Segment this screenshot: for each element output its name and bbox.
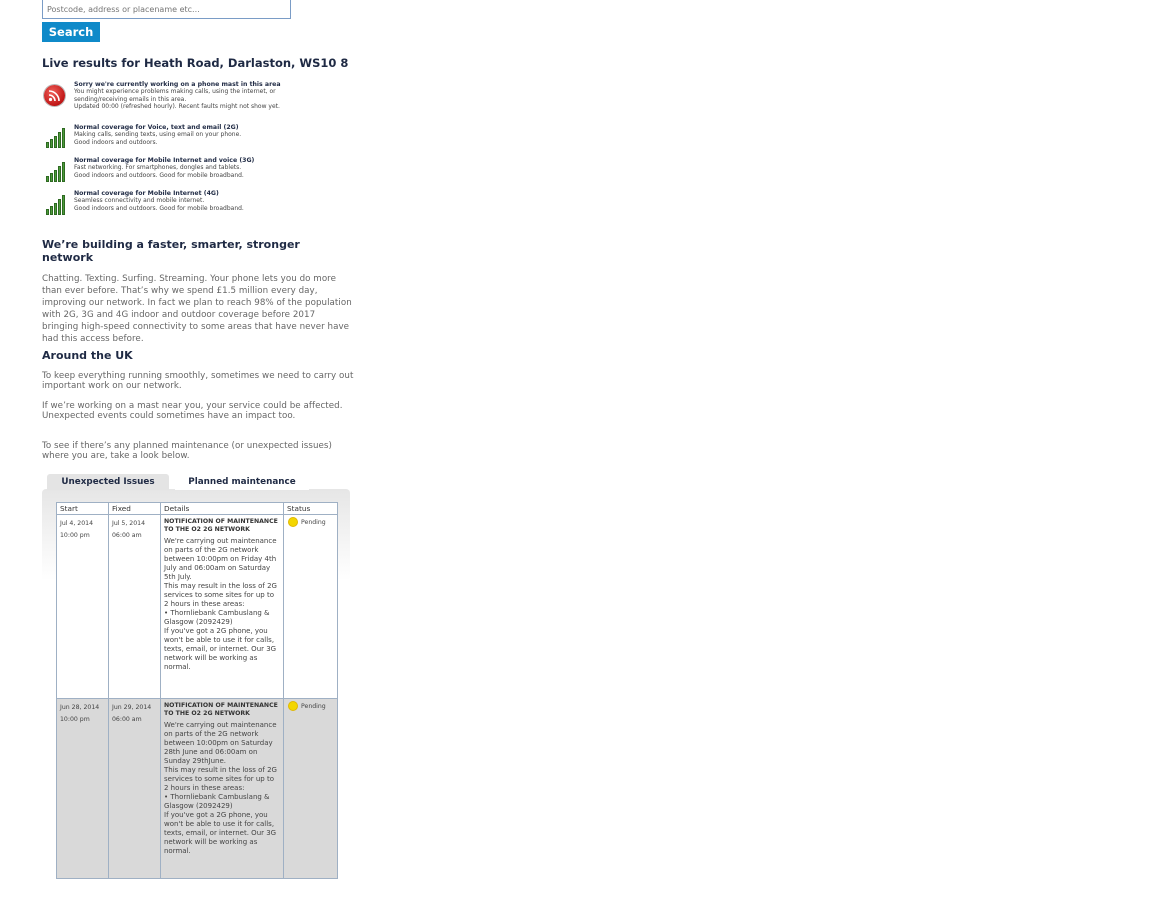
mast-work-icon [44, 85, 65, 106]
column-header-start: Start [56, 502, 109, 515]
tab-unexpected-issues[interactable]: Unexpected Issues [47, 474, 169, 490]
fixed-date: Jul 5, 2014 [112, 520, 146, 527]
status-heading: Normal coverage for Mobile Internet (4G) [74, 190, 219, 197]
status-line: Good indoors and outdoors. Good for mobi… [74, 204, 244, 212]
signal-bars-icon [46, 195, 68, 215]
status-heading: Sorry we're currently working on a phone… [74, 81, 281, 88]
status-text: Pending [301, 519, 326, 526]
network-body: Chatting. Texting. Surfing. Streaming. Y… [42, 274, 352, 344]
column-header-fixed: Fixed [108, 502, 161, 515]
status-heading: Normal coverage for Mobile Internet and … [74, 157, 255, 164]
status-heading: Normal coverage for Voice, text and emai… [74, 124, 239, 131]
status-line: Seamless connectivity and mobile interne… [74, 197, 205, 205]
fixed-date: Jun 29, 2014 [112, 704, 152, 711]
fixed-cell: Jul 5, 2014 06:00 am [108, 514, 161, 699]
details-title: NOTIFICATION OF MAINTENANCE TO THE O2 2G… [164, 702, 278, 717]
table-row: Jun 28, 2014 10:00 pm Jun 29, 2014 06:00… [56, 698, 338, 879]
details-body: We're carrying out maintenance on parts … [164, 721, 277, 855]
details-body: We're carrying out maintenance on parts … [164, 537, 277, 671]
start-cell: Jun 28, 2014 10:00 pm [56, 698, 109, 879]
status-line: sending/receiving emails in this area. [74, 95, 187, 103]
column-header-details: Details [160, 502, 284, 515]
search-input[interactable] [42, 0, 291, 19]
table-row: Jul 4, 2014 10:00 pm Jul 5, 2014 06:00 a… [56, 514, 338, 699]
status-cell: Pending [283, 698, 338, 879]
uk-paragraph-2: If we’re working on a mast near you, you… [42, 401, 343, 421]
fixed-time: 06:00 am [112, 532, 142, 539]
status-line: Good indoors and outdoors. Good for mobi… [74, 171, 244, 179]
start-date: Jul 4, 2014 [60, 520, 94, 527]
signal-bars-icon [46, 128, 68, 148]
status-line: Updated 00:00 (refreshed hourly). Recent… [74, 102, 280, 110]
live-results-title: Live results for Heath Road, Darlaston, … [42, 56, 349, 70]
start-time: 10:00 pm [60, 532, 90, 539]
fixed-time: 06:00 am [112, 716, 142, 723]
pending-icon [289, 702, 297, 710]
details-cell: NOTIFICATION OF MAINTENANCE TO THE O2 2G… [160, 698, 284, 879]
pending-icon [289, 518, 297, 526]
network-heading: We’re building a faster, smarter, strong… [42, 238, 300, 264]
status-text: Pending [301, 703, 326, 710]
status-line: Making calls, sending texts, using email… [74, 131, 242, 139]
uk-heading: Around the UK [42, 349, 133, 362]
status-line: Fast networking. For smartphones, dongle… [74, 164, 242, 172]
fixed-cell: Jun 29, 2014 06:00 am [108, 698, 161, 879]
details-title: NOTIFICATION OF MAINTENANCE TO THE O2 2G… [164, 518, 278, 533]
start-cell: Jul 4, 2014 10:00 pm [56, 514, 109, 699]
details-cell: NOTIFICATION OF MAINTENANCE TO THE O2 2G… [160, 514, 284, 699]
status-line: You might experience problems making cal… [74, 88, 276, 96]
tab-planned-maintenance[interactable]: Planned maintenance [175, 474, 309, 490]
table-header-row: Start Fixed Details Status [56, 502, 338, 515]
uk-paragraph-1: To keep everything running smoothly, som… [42, 371, 354, 391]
maintenance-table: Start Fixed Details Status Jul 4, 2014 1… [56, 502, 338, 879]
search-button[interactable]: Search [42, 22, 100, 42]
signal-bars-icon [46, 162, 68, 182]
column-header-status: Status [283, 502, 338, 515]
start-date: Jun 28, 2014 [60, 704, 100, 711]
status-line: Good indoors and outdoors. [74, 138, 158, 146]
status-cell: Pending [283, 514, 338, 699]
uk-paragraph-3: To see if there’s any planned maintenanc… [42, 441, 332, 461]
start-time: 10:00 pm [60, 716, 90, 723]
